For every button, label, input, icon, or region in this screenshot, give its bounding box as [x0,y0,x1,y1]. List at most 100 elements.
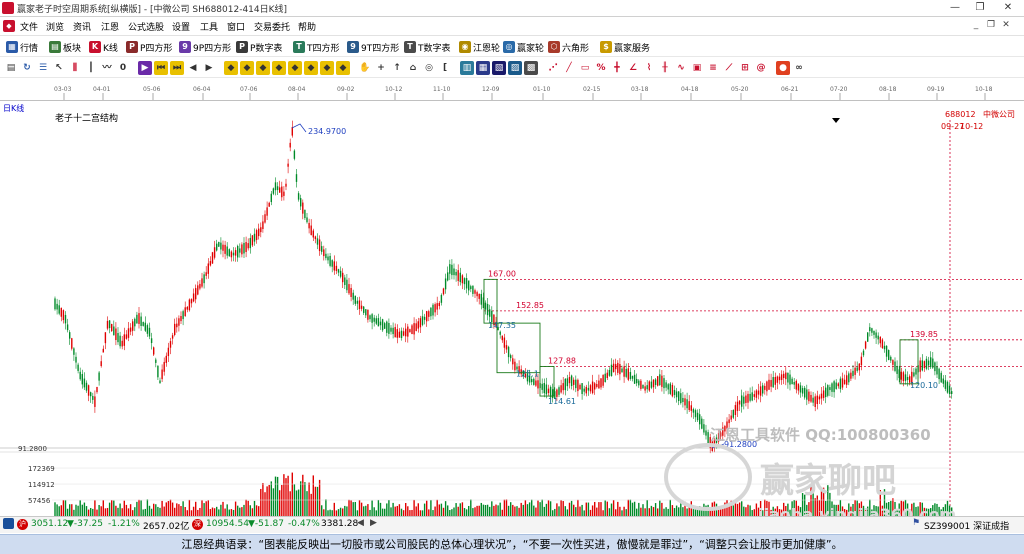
scroll-left-icon[interactable]: ◀ [357,518,364,528]
time-icon[interactable]: ⊞ [738,61,752,75]
prev-icon[interactable]: ◀ [186,61,200,75]
first-icon[interactable]: ⏮ [154,61,168,75]
diamond5-icon[interactable]: ◆ [288,61,302,75]
toolbar-button-11[interactable]: ⬡ 六角形 [548,40,589,54]
diamond7-icon[interactable]: ◆ [320,61,334,75]
fan-icon[interactable]: ⋰ [546,61,560,75]
tag-icon[interactable]: ⌂ [406,61,420,75]
menu-formula[interactable]: 公式选股 [128,20,164,33]
color-ball-icon[interactable]: ● [776,61,790,75]
arrow-up-icon[interactable]: ↑ [390,61,404,75]
toolbar-button-12[interactable]: $ 赢家服务 [600,40,650,54]
candle-body [258,228,260,237]
candle-body [892,360,894,365]
toolbar-button-8[interactable]: T T数字表 [404,40,451,54]
toolbar-button-10[interactable]: ◎ 赢家轮 [503,40,544,54]
ruler-icon[interactable]: ╫ [658,61,672,75]
hand-icon[interactable]: ✋ [358,61,372,75]
volume-axis-label: 57456 [28,497,51,505]
candle-body [583,388,585,392]
wave-icon[interactable]: ∿ [674,61,688,75]
toolbar-button-3[interactable]: P P四方形 [126,40,172,54]
diag-icon[interactable]: ⟋ [722,61,736,75]
chart-c-icon[interactable]: ▧ [492,61,506,75]
menu-trade[interactable]: 交易委托 [254,20,290,33]
list-icon[interactable]: ☰ [36,61,50,75]
candle-body [669,383,671,394]
kline-chart[interactable]: 03-03 04-01 05-06 06-04 07-06 08-04 09-02 10-12… [0,80,1024,516]
date-tick-label: 09-02 [337,86,355,93]
candle-style-icon[interactable]: ⫼ [68,61,82,75]
volume-bar [745,507,747,516]
toolbar-button-1[interactable]: ▤ 板块 [49,40,81,54]
mdi-minimize-button[interactable]: _ [969,19,983,33]
menu-browse[interactable]: 浏览 [46,20,64,33]
cycle-icon[interactable]: ⌇ [642,61,656,75]
mdi-close-button[interactable]: ✕ [999,19,1013,33]
bar-style-icon[interactable]: ┃ [84,61,98,75]
chart-d-icon[interactable]: ▨ [508,61,522,75]
maximize-button[interactable]: ❐ [966,0,994,17]
candle-body [329,255,331,266]
volume-bar [100,506,102,516]
diamond8-icon[interactable]: ◆ [336,61,350,75]
diamond6-icon[interactable]: ◆ [304,61,318,75]
gann-line-icon[interactable]: ╱ [562,61,576,75]
chart-e-icon[interactable]: ▩ [524,61,538,75]
volume-bar [352,502,354,516]
volume-bar [667,508,669,516]
grid-icon[interactable] [3,518,14,529]
box-icon[interactable]: ▣ [690,61,704,75]
close-button[interactable]: ✕ [994,0,1022,17]
circle-grid-icon[interactable]: ◎ [422,61,436,75]
diamond2-icon[interactable]: ◆ [240,61,254,75]
sync-icon[interactable]: ↻ [20,61,34,75]
infinity-icon[interactable]: ∞ [792,61,806,75]
chart-b-icon[interactable]: ▦ [476,61,490,75]
toolbar-button-9[interactable]: ◉ 江恩轮 [459,40,500,54]
candle-body [421,316,424,325]
percent-icon[interactable]: % [594,61,608,75]
toolbar-button-5[interactable]: P P数字表 [236,40,282,54]
diamond3-icon[interactable]: ◆ [256,61,270,75]
flag-icon[interactable]: ▶ [138,61,152,75]
spiral-icon[interactable]: @ [754,61,768,75]
menu-gann[interactable]: 江恩 [101,20,119,33]
candle-body [573,379,575,385]
layout-icon[interactable]: ▤ [4,61,18,75]
candle-body [680,393,682,404]
diamond4-icon[interactable]: ◆ [272,61,286,75]
menu-file[interactable]: 文件 [20,20,38,33]
next-icon[interactable]: ⏭ [170,61,184,75]
menu-settings[interactable]: 设置 [172,20,190,33]
play-icon[interactable]: ▶ [202,61,216,75]
toolbar-button-6[interactable]: T T四方形 [293,40,340,54]
toolbar-button-0[interactable]: ▦ 行情 [6,40,38,54]
blocks-icon: ▤ [49,41,61,53]
menu-news[interactable]: 资讯 [73,20,91,33]
zero-icon[interactable]: 0 [116,61,130,75]
angle-icon[interactable]: ∠ [626,61,640,75]
indicator-dropdown-icon[interactable] [832,118,840,123]
bracket-icon[interactable]: [ [438,61,452,75]
menu-help[interactable]: 帮助 [298,20,316,33]
scroll-right-icon[interactable]: ▶ [370,518,377,528]
rect-icon[interactable]: ▭ [578,61,592,75]
toolbar-button-4[interactable]: 9 9P四方形 [179,40,231,54]
candle-body [379,321,382,326]
cursor-icon[interactable]: ↖ [52,61,66,75]
toolbar-button-7[interactable]: 9 9T四方形 [347,40,399,54]
minimize-button[interactable]: — [941,0,969,17]
mdi-restore-button[interactable]: ❐ [984,19,998,33]
fib-icon[interactable]: ≡ [706,61,720,75]
volume-bar [537,500,539,516]
line-style-icon[interactable]: 〰 [100,61,114,75]
cross-icon[interactable]: + [374,61,388,75]
menu-window[interactable]: 窗口 [227,20,245,33]
diamond1-icon[interactable]: ◆ [224,61,238,75]
grid-line-icon[interactable]: ╋ [610,61,624,75]
app-menu-icon[interactable]: ◆ [3,20,15,32]
toolbar-button-2[interactable]: K K线 [89,40,118,54]
menu-tools[interactable]: 工具 [200,20,218,33]
chart-a-icon[interactable]: ▥ [460,61,474,75]
